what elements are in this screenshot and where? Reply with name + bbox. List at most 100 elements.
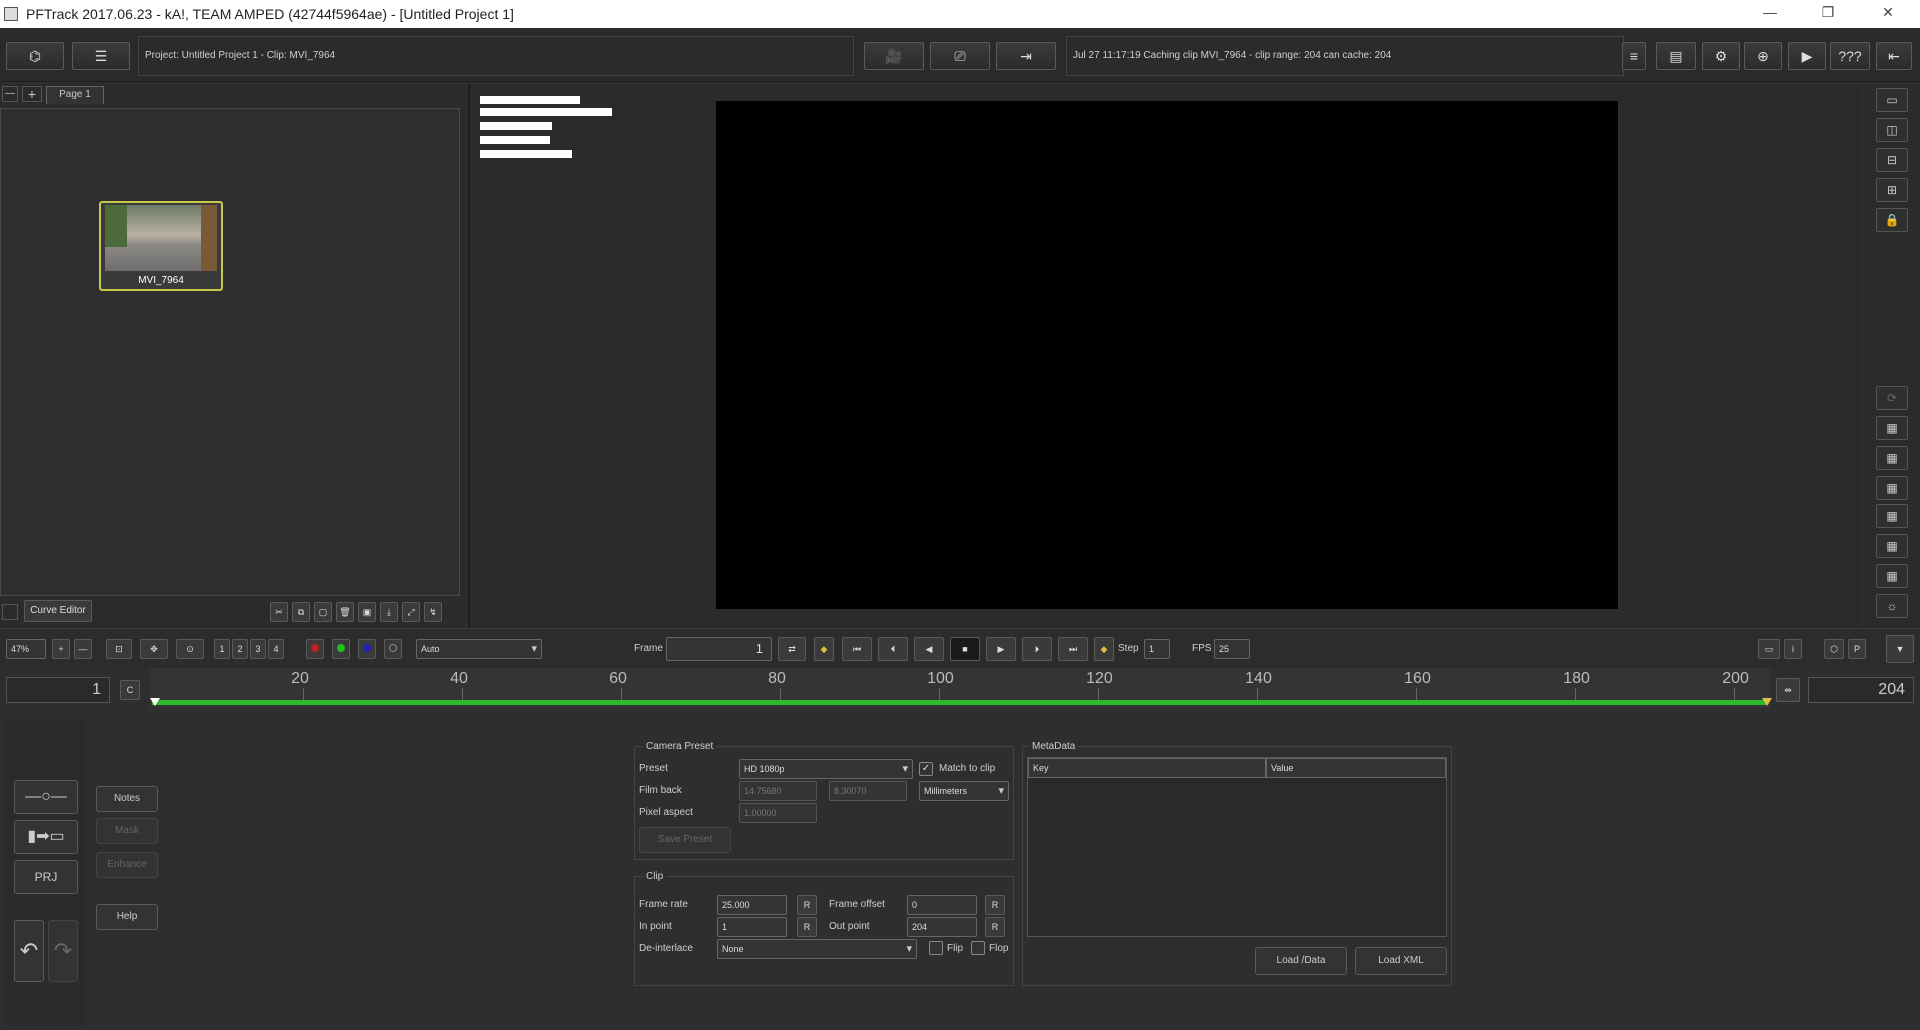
duplicate-icon[interactable]: ▣ [358,602,376,622]
end-frame-field[interactable]: 204 [1808,677,1914,703]
remove-page-icon[interactable]: — [2,86,18,102]
green-channel-button[interactable] [332,639,350,659]
p-button[interactable]: P [1848,639,1866,659]
view-1-button[interactable]: 1 [214,639,230,659]
tab-page-1[interactable]: Page 1 [46,86,104,104]
mask-button[interactable]: Mask [96,818,158,844]
step-field[interactable]: 1 [1144,639,1170,659]
sun-icon[interactable]: ☼ [1876,594,1908,618]
fit-view-icon[interactable]: ⊡ [106,639,132,659]
reset-view-icon[interactable]: ⊙ [176,639,204,659]
node-canvas[interactable]: MVI_7964 [0,108,460,596]
frame-rate-reset-button[interactable]: R [797,895,817,915]
redo-icon[interactable]: ↷ [48,920,78,982]
split-horizontal-icon[interactable]: ⊟ [1876,148,1908,172]
units-select[interactable]: Millimeters [919,781,1009,801]
save-preset-button[interactable]: Save Preset [639,827,731,853]
curve-editor-button[interactable]: Curve Editor [24,600,92,622]
notes-button[interactable]: Notes [96,786,158,812]
keyframe-next-icon[interactable]: ◆ [1094,637,1114,661]
flip-checkbox[interactable] [929,941,943,955]
step-back-icon[interactable]: ⏴ [878,637,908,661]
gear-icon[interactable]: ⚙ [1702,42,1740,70]
zoom-out-icon[interactable]: — [74,639,92,659]
deinterlace-select[interactable]: None [717,939,917,959]
help-button[interactable]: ??? [1830,42,1870,70]
goto-icon[interactable]: ⇄ [778,637,806,661]
grid-icon[interactable]: ▦ [1876,416,1908,440]
node-tree-icon[interactable]: ⌬ [6,42,64,70]
maximize-button[interactable]: ❐ [1808,4,1848,24]
display-icon[interactable]: ▭ [1758,639,1780,659]
grid-edit-icon[interactable]: ▦ [1876,446,1908,470]
metadata-table[interactable]: Key Value [1027,757,1447,937]
frame-offset-reset-button[interactable]: R [985,895,1005,915]
start-frame-field[interactable]: 1 [6,677,110,703]
zoom-in-icon[interactable]: + [52,639,70,659]
trash-icon[interactable]: 🗑 [336,602,354,622]
stop-icon[interactable]: ■ [950,637,980,661]
monitor-icon[interactable] [2,604,18,620]
view-4-button[interactable]: 4 [268,639,284,659]
image-viewer[interactable] [716,101,1618,609]
add-page-icon[interactable]: + [22,86,42,102]
fps-field[interactable]: 25 [1214,639,1250,659]
clip-icon[interactable]: ⎚ [930,42,990,70]
grid-small-icon[interactable]: ▦ [1876,476,1908,500]
view-2-button[interactable]: 2 [232,639,248,659]
scissors-icon[interactable]: ✂ [270,602,288,622]
in-point-field[interactable]: 1 [717,917,787,937]
metadata-key-header[interactable]: Key [1028,758,1266,778]
channel-select[interactable]: Auto [416,639,542,659]
frame-field[interactable]: 1 [666,637,772,661]
grid-medium-icon[interactable]: ▦ [1876,504,1908,528]
grid-large-icon[interactable]: ▦ [1876,534,1908,558]
enhance-button[interactable]: Enhance [96,852,158,878]
blue-channel-button[interactable] [358,639,376,659]
load-xml-button[interactable]: Load XML [1355,947,1447,975]
import-icon[interactable]: ⤓ [380,602,398,622]
list-view-icon[interactable]: ☰ [72,42,130,70]
info-icon[interactable]: i [1784,639,1802,659]
metadata-value-header[interactable]: Value [1266,758,1446,778]
load-idata-button[interactable]: Load /Data [1255,947,1347,975]
quad-view-icon[interactable]: ⊞ [1876,178,1908,202]
refresh-icon[interactable]: ⟳ [1876,386,1908,410]
filmback-height-field[interactable]: 8.30070 [829,781,907,801]
snapshot-icon[interactable]: ⊕ [1744,42,1782,70]
keyframe-prev-icon[interactable]: ◆ [814,637,834,661]
minimize-button[interactable]: — [1750,4,1790,24]
lock-icon[interactable]: 🔒 [1876,208,1908,232]
rewind-icon[interactable]: ⏮ [842,637,872,661]
prj-tool-icon[interactable]: PRJ [14,860,78,894]
help-panel-button[interactable]: Help [96,904,158,930]
end-marker[interactable] [1762,698,1772,706]
fast-forward-icon[interactable]: ⏭ [1058,637,1088,661]
play-icon[interactable]: ▶ [1788,42,1826,70]
export-icon[interactable]: ⇥ [996,42,1056,70]
tracker-tool-icon[interactable]: —○— [14,780,78,814]
flop-checkbox[interactable] [971,941,985,955]
zoom-field[interactable]: 47% [6,639,46,659]
alpha-channel-button[interactable] [384,639,402,659]
layout-icon[interactable]: ▤ [1656,42,1696,70]
out-point-field[interactable]: 204 [907,917,977,937]
out-point-reset-button[interactable]: R [985,917,1005,937]
paste-icon[interactable]: ▢ [314,602,332,622]
export-tool-icon[interactable]: ▮➡▭ [14,820,78,854]
collapse-icon[interactable]: ▼ [1886,635,1914,663]
fit-icon[interactable]: ⤢ [402,602,420,622]
camera-icon[interactable]: 🎥 [864,42,924,70]
split-vertical-icon[interactable]: ◫ [1876,118,1908,142]
clip-node[interactable]: MVI_7964 [99,201,223,291]
single-view-icon[interactable]: ▭ [1876,88,1908,112]
frame-offset-field[interactable]: 0 [907,895,977,915]
fit-timeline-icon[interactable]: ⇹ [1776,678,1800,702]
close-button[interactable]: ✕ [1868,4,1908,24]
preset-select[interactable]: HD 1080p [739,759,913,779]
pixel-aspect-field[interactable]: 1.00000 [739,803,817,823]
play-forward-icon[interactable]: ▶ [986,637,1016,661]
grid-wide-icon[interactable]: ▦ [1876,564,1908,588]
play-backward-icon[interactable]: ◀ [914,637,944,661]
view-3-button[interactable]: 3 [250,639,266,659]
